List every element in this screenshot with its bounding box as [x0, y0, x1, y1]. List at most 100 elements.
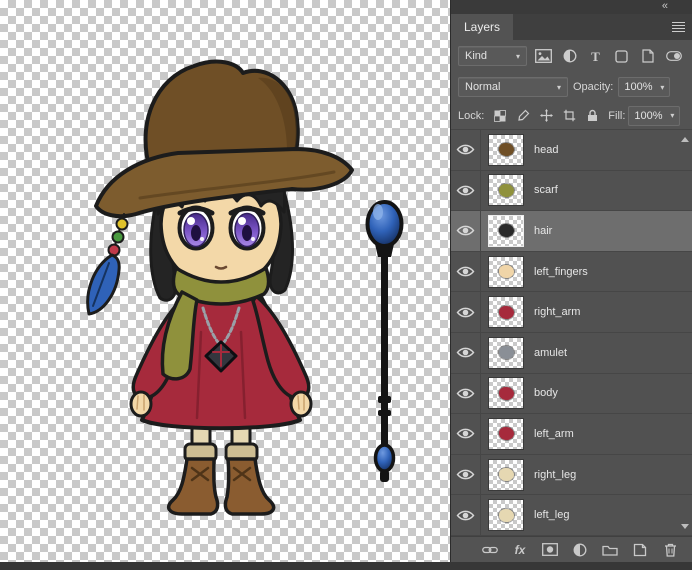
tab-layers[interactable]: Layers — [451, 14, 514, 40]
layer-row-right_arm[interactable]: right_arm — [451, 292, 692, 333]
lock-artboard-nesting-icon[interactable] — [560, 107, 578, 125]
layer-row-hair[interactable]: hair — [451, 211, 692, 252]
layer-thumbnail[interactable] — [488, 377, 524, 410]
layer-visibility-toggle[interactable] — [451, 292, 481, 332]
layer-thumbnail-art — [498, 183, 514, 197]
kind-filter-label: Kind — [465, 50, 488, 62]
layer-name: head — [534, 143, 559, 156]
layer-thumbnail[interactable] — [488, 458, 524, 491]
layer-visibility-toggle[interactable] — [451, 454, 481, 495]
layers-panel-footer: fx — [451, 536, 692, 562]
layer-row-body[interactable]: body — [451, 373, 692, 415]
layer-row-scarf[interactable]: scarf — [451, 170, 692, 212]
layer-name: hair — [534, 224, 553, 237]
layer-thumbnail[interactable] — [488, 174, 524, 207]
layer-thumbnail[interactable] — [488, 214, 524, 247]
blend-options-bar: Normal ▾ Opacity: 100% ▾ — [451, 72, 692, 102]
layer-row-body[interactable]: scarf — [481, 171, 692, 211]
layer-visibility-toggle[interactable] — [451, 251, 481, 292]
layer-row-left_arm[interactable]: left_arm — [451, 414, 692, 455]
layer-name: body — [534, 387, 558, 400]
layer-row-body[interactable]: left_leg — [481, 495, 692, 535]
layer-row-head[interactable]: head — [451, 130, 692, 171]
layer-visibility-toggle[interactable] — [451, 130, 481, 170]
layer-row-body[interactable]: right_arm — [481, 292, 692, 332]
layer-visibility-toggle[interactable] — [451, 373, 481, 414]
layer-row-body[interactable]: head — [481, 130, 692, 170]
canvas-artwork — [86, 59, 404, 516]
layer-row-left_leg[interactable]: left_leg — [451, 495, 692, 536]
layer-row-body[interactable]: left_fingers — [481, 252, 692, 292]
layer-thumbnail[interactable] — [488, 499, 524, 532]
new-layer-icon[interactable] — [631, 542, 649, 558]
layer-filtering-toggle-icon[interactable] — [662, 46, 685, 66]
type-layer-filter-icon[interactable]: T — [584, 46, 607, 66]
opacity-field[interactable]: 100% ▾ — [618, 77, 671, 97]
fill-value: 100% — [634, 109, 663, 122]
kind-filter-dropdown[interactable]: Kind ▾ — [458, 46, 527, 66]
opacity-value: 100% — [624, 81, 653, 93]
character-illustration — [86, 59, 354, 516]
eye-icon — [456, 266, 475, 277]
pixel-layer-filter-icon[interactable] — [532, 46, 555, 66]
layer-name: right_leg — [534, 468, 577, 481]
eye-icon — [456, 510, 475, 520]
eye-icon — [456, 185, 475, 196]
blend-mode-dropdown[interactable]: Normal ▾ — [458, 77, 568, 97]
layer-thumbnail[interactable] — [488, 417, 524, 450]
layer-thumbnail[interactable] — [488, 255, 524, 288]
scroll-up-icon[interactable] — [681, 137, 689, 142]
layer-row-body[interactable]: right_leg — [481, 455, 692, 495]
eye-icon — [456, 429, 475, 439]
eye-icon — [456, 388, 475, 399]
layer-thumbnail-art — [498, 346, 514, 360]
link-layers-icon[interactable] — [481, 542, 499, 558]
panel-topbar: « — [451, 0, 692, 14]
layer-visibility-toggle[interactable] — [451, 211, 481, 251]
layer-thumbnail-art — [498, 508, 514, 522]
new-adjustment-layer-icon[interactable] — [571, 542, 589, 558]
shape-layer-filter-icon[interactable] — [610, 46, 633, 66]
layer-row-amulet[interactable]: amulet — [451, 332, 692, 374]
layers-scrollbar[interactable] — [680, 132, 691, 534]
lock-pixels-icon[interactable] — [514, 107, 532, 125]
layer-name: left_arm — [534, 427, 574, 440]
adjustment-layer-filter-icon[interactable] — [558, 46, 581, 66]
layer-row-body[interactable]: left_arm — [481, 414, 692, 454]
filter-type-icons: T — [532, 46, 685, 66]
layer-visibility-toggle[interactable] — [451, 414, 481, 454]
add-layer-mask-icon[interactable] — [541, 542, 559, 558]
layer-thumbnail[interactable] — [488, 133, 524, 166]
lock-position-icon[interactable] — [537, 107, 555, 125]
svg-text:T: T — [591, 49, 600, 63]
eye-icon — [456, 347, 475, 358]
layer-thumbnail-art — [498, 224, 514, 238]
layer-visibility-toggle[interactable] — [451, 495, 481, 535]
layer-row-right_leg[interactable]: right_leg — [451, 454, 692, 496]
layer-name: left_fingers — [534, 265, 588, 278]
layer-visibility-toggle[interactable] — [451, 170, 481, 211]
layer-thumbnail-art — [498, 305, 514, 319]
layer-row-body[interactable]: amulet — [481, 333, 692, 373]
delete-layer-trash-icon[interactable] — [661, 542, 679, 558]
layer-visibility-toggle[interactable] — [451, 332, 481, 373]
lock-transparency-icon[interactable] — [491, 107, 509, 125]
chevron-down-icon: ▾ — [515, 51, 520, 61]
layer-style-fx-icon[interactable]: fx — [511, 542, 529, 558]
lock-all-icon[interactable] — [583, 107, 601, 125]
scroll-down-icon[interactable] — [681, 524, 689, 529]
collapse-panels-icon[interactable]: « — [662, 0, 668, 13]
new-group-folder-icon[interactable] — [601, 542, 619, 558]
opacity-label: Opacity: — [573, 81, 614, 93]
fill-field[interactable]: 100% ▾ — [628, 105, 681, 126]
panel-menu-icon[interactable] — [672, 22, 685, 32]
eye-icon — [456, 307, 475, 317]
smart-object-filter-icon[interactable] — [636, 46, 659, 66]
layer-thumbnail[interactable] — [488, 296, 524, 329]
layer-thumbnail[interactable] — [488, 336, 524, 369]
layer-row-left_fingers[interactable]: left_fingers — [451, 251, 692, 293]
layers-list[interactable]: head scarf hair left_fingers right_arm a… — [451, 130, 692, 536]
layer-row-body[interactable]: body — [481, 374, 692, 414]
document-canvas[interactable] — [0, 0, 450, 562]
layer-row-body[interactable]: hair — [481, 211, 692, 251]
